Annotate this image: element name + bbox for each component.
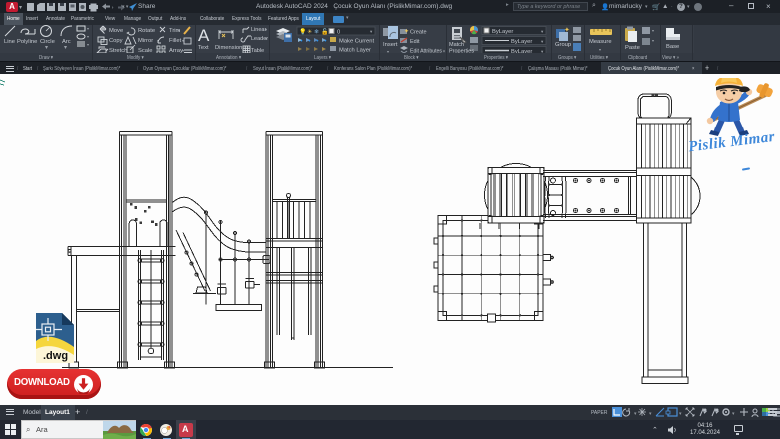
- svg-text:Base: Base: [666, 44, 679, 50]
- svg-text:Insert: Insert: [383, 42, 398, 48]
- svg-text:Copy: Copy: [109, 38, 123, 44]
- svg-text:▾: ▾: [178, 28, 180, 33]
- svg-text:ByLayer: ByLayer: [511, 39, 532, 45]
- svg-text:Group: Group: [555, 42, 571, 48]
- svg-text:0: 0: [337, 30, 340, 36]
- svg-text:▾: ▾: [649, 411, 652, 417]
- svg-text:Edit: Edit: [410, 39, 420, 45]
- svg-text:▾: ▾: [64, 45, 67, 51]
- svg-text:▾: ▾: [679, 411, 682, 417]
- svg-text:▾: ▾: [732, 411, 735, 417]
- svg-text:▾: ▾: [652, 38, 654, 43]
- svg-text:Fillet: Fillet: [169, 38, 182, 44]
- svg-text:Polyline: Polyline: [17, 39, 37, 45]
- svg-text:▾: ▾: [87, 42, 89, 47]
- svg-text:🔓: 🔓: [321, 28, 328, 36]
- svg-text:Dimension: Dimension: [215, 45, 242, 51]
- svg-text:.dwg: .dwg: [43, 350, 68, 362]
- svg-text:▾: ▾: [652, 28, 654, 33]
- svg-text:▾: ▾: [87, 34, 89, 39]
- svg-text:▾: ▾: [634, 411, 637, 417]
- svg-text:▾: ▾: [599, 47, 601, 52]
- svg-text:Match: Match: [449, 42, 464, 48]
- svg-text:Measure: Measure: [589, 39, 612, 45]
- svg-text:Paste: Paste: [625, 45, 640, 51]
- svg-text:▾: ▾: [265, 27, 267, 32]
- svg-text:A: A: [198, 26, 210, 45]
- svg-text:▾: ▾: [182, 38, 184, 43]
- svg-text:Mirror: Mirror: [138, 38, 153, 44]
- svg-text:▾: ▾: [87, 26, 89, 31]
- svg-text:▾: ▾: [265, 36, 267, 41]
- svg-text:💡: 💡: [299, 28, 306, 36]
- svg-text:▾: ▾: [45, 45, 48, 51]
- svg-text:✦: ✦: [404, 28, 409, 35]
- svg-text:Line: Line: [4, 39, 15, 45]
- svg-text:Move: Move: [109, 28, 123, 34]
- svg-text:✦: ✦: [564, 26, 570, 34]
- svg-text:❄: ❄: [314, 29, 319, 36]
- svg-text:Make Current: Make Current: [339, 39, 375, 45]
- svg-text:ByLayer: ByLayer: [492, 29, 513, 35]
- svg-text:Rotate: Rotate: [138, 28, 155, 34]
- svg-text:Create: Create: [410, 30, 427, 36]
- svg-text:☀: ☀: [307, 29, 312, 36]
